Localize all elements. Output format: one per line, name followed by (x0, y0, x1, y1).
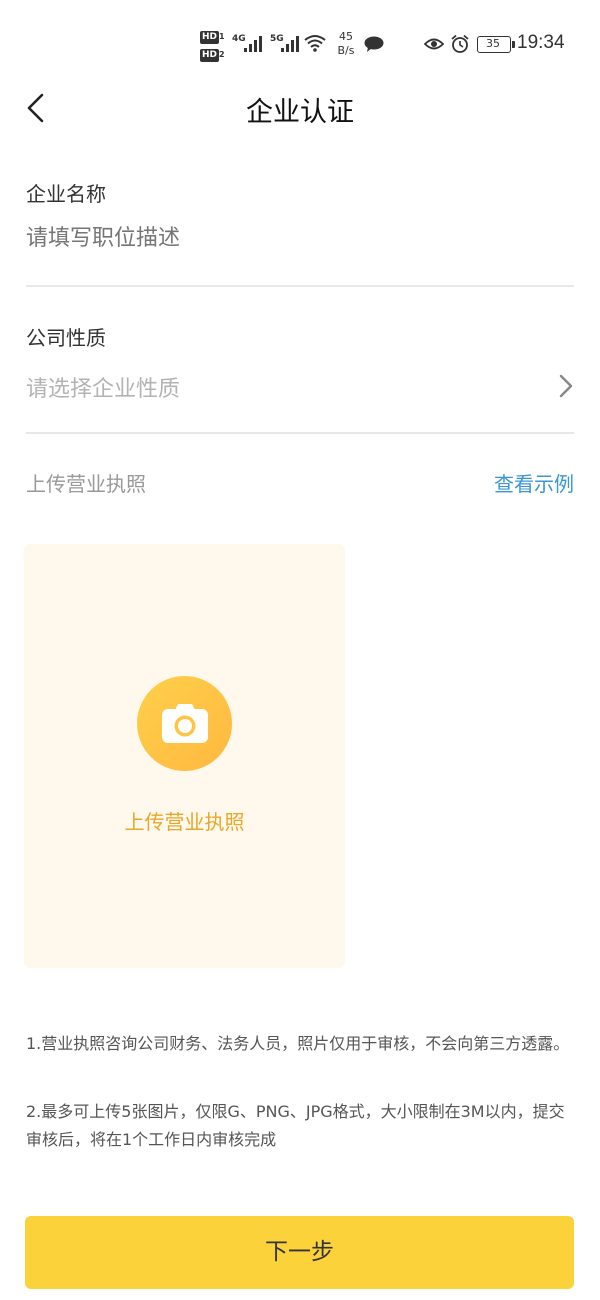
company-name-label: 企业名称 (26, 182, 106, 206)
nav-header: 企业认证 (0, 82, 600, 134)
license-section-label: 上传营业执照 (26, 472, 146, 496)
camera-button[interactable] (137, 676, 232, 771)
next-step-button[interactable]: 下一步 (25, 1216, 574, 1289)
note-2: 2.最多可上传5张图片，仅限G、PNG、JPG格式，大小限制在3M以内，提交审核… (26, 1102, 565, 1149)
status-time: 19:34 (517, 32, 565, 53)
chevron-right-icon[interactable] (556, 372, 576, 400)
chat-icon (364, 36, 384, 52)
signal-icon (244, 36, 264, 52)
status-bar: HD 1 HD 2 4G 5G 45 B/s 35 19:34 (0, 0, 600, 88)
divider (26, 432, 574, 434)
battery-icon: 35 (477, 36, 515, 53)
view-example-link[interactable]: 查看示例 (494, 468, 574, 497)
company-type-label: 公司性质 (26, 326, 106, 350)
camera-icon (162, 704, 208, 743)
upload-license-label: 上传营业执照 (124, 810, 245, 834)
network-speed: 45 B/s (337, 30, 355, 57)
hd-indicator: HD 1 HD 2 (200, 31, 225, 62)
company-name-input[interactable] (26, 226, 566, 251)
alarm-icon (451, 34, 469, 53)
enterprise-verification-screen: HD 1 HD 2 4G 5G 45 B/s 35 19:34 企业认证 企业名… (0, 0, 600, 1300)
page-title: 企业认证 (246, 97, 354, 128)
wifi-icon (304, 35, 326, 52)
eye-icon (424, 38, 444, 50)
note-1: 1.营业执照咨询公司财务、法务人员，照片仅用于审核，不会向第三方透露。 (26, 1034, 570, 1053)
company-type-select[interactable]: 请选择企业性质 (26, 371, 566, 403)
license-upload-box[interactable]: 上传营业执照 (24, 544, 345, 968)
divider (26, 285, 574, 287)
signal-icon (281, 36, 301, 52)
